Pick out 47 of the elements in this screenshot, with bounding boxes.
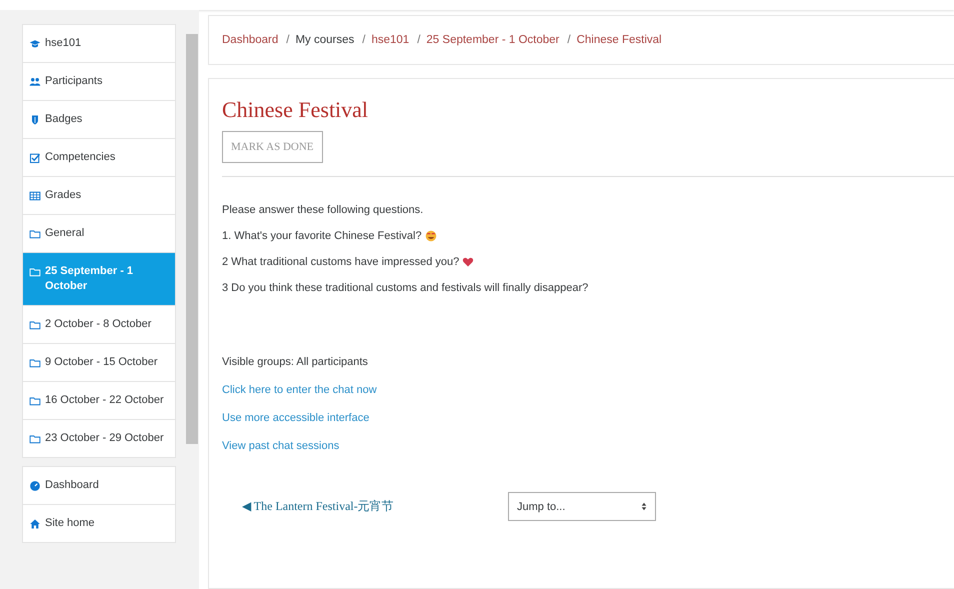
breadcrumb-link[interactable]: hse101 bbox=[371, 34, 410, 46]
sidebar-item[interactable]: Site home bbox=[23, 505, 175, 542]
heart-icon bbox=[462, 256, 474, 268]
visible-groups-text: Visible groups: All participants bbox=[222, 356, 369, 368]
sidebar-item[interactable]: Grades bbox=[23, 177, 175, 215]
breadcrumb-item: My courses bbox=[295, 34, 354, 46]
home-icon bbox=[29, 518, 41, 530]
folder-icon bbox=[29, 357, 41, 369]
breadcrumb-link[interactable]: Dashboard bbox=[222, 34, 278, 46]
shield-icon bbox=[29, 114, 41, 126]
chat-link[interactable]: View past chat sessions bbox=[222, 440, 340, 452]
people-icon bbox=[29, 76, 41, 88]
page-title: Chinese Festival bbox=[222, 97, 370, 123]
folder-icon bbox=[29, 228, 41, 240]
sidebar-item[interactable]: Competencies bbox=[23, 139, 175, 177]
folder-icon bbox=[29, 319, 41, 331]
breadcrumb-separator: / bbox=[417, 34, 420, 46]
sidebar-item[interactable]: Participants bbox=[23, 63, 175, 101]
updown-arrows-icon bbox=[641, 502, 647, 511]
gauge-icon bbox=[29, 480, 41, 492]
breadcrumb-separator: / bbox=[567, 34, 571, 46]
sidebar-item[interactable]: 9 October - 15 October bbox=[23, 344, 175, 382]
breadcrumb-link[interactable]: Chinese Festival bbox=[576, 34, 662, 46]
smiley-icon bbox=[424, 230, 437, 242]
jump-to-dropdown[interactable]: Jump to... bbox=[508, 492, 656, 521]
breadcrumb-separator: / bbox=[286, 34, 290, 46]
breadcrumb-separator: / bbox=[362, 34, 366, 46]
question-text: 3 Do you think these traditional customs and festivals will finally disappear? bbox=[222, 282, 588, 294]
table-icon bbox=[29, 190, 41, 202]
folder-icon bbox=[29, 433, 41, 445]
chat-link[interactable]: Use more accessible interface bbox=[222, 412, 370, 424]
breadcrumb-link[interactable]: 25 September - 1 October bbox=[426, 34, 560, 46]
sidebar-item[interactable]: 16 October - 22 October bbox=[23, 382, 175, 420]
folder-icon bbox=[29, 266, 41, 278]
previous-activity-link[interactable]: ◀ The Lantern Festival-元宵节 bbox=[242, 498, 508, 515]
sidebar-item[interactable]: 23 October - 29 October bbox=[23, 420, 175, 457]
question-text: 1. What's your favorite Chinese Festival? bbox=[222, 230, 422, 242]
sidebar-item[interactable]: hse101 bbox=[23, 25, 175, 63]
graduation-cap-icon bbox=[29, 38, 41, 50]
sidebar-item[interactable]: Badges bbox=[23, 101, 175, 139]
checkbox-icon bbox=[29, 152, 41, 164]
question-text: 2 What traditional customs have impressed you? bbox=[222, 256, 460, 268]
sidebar-item[interactable]: Dashboard bbox=[23, 467, 175, 505]
chat-link[interactable]: Click here to enter the chat now bbox=[222, 384, 377, 396]
sidebar-item[interactable]: 2 October - 8 October bbox=[23, 306, 175, 344]
folder-icon bbox=[29, 395, 41, 407]
question-text: Please answer these following questions. bbox=[222, 204, 424, 216]
